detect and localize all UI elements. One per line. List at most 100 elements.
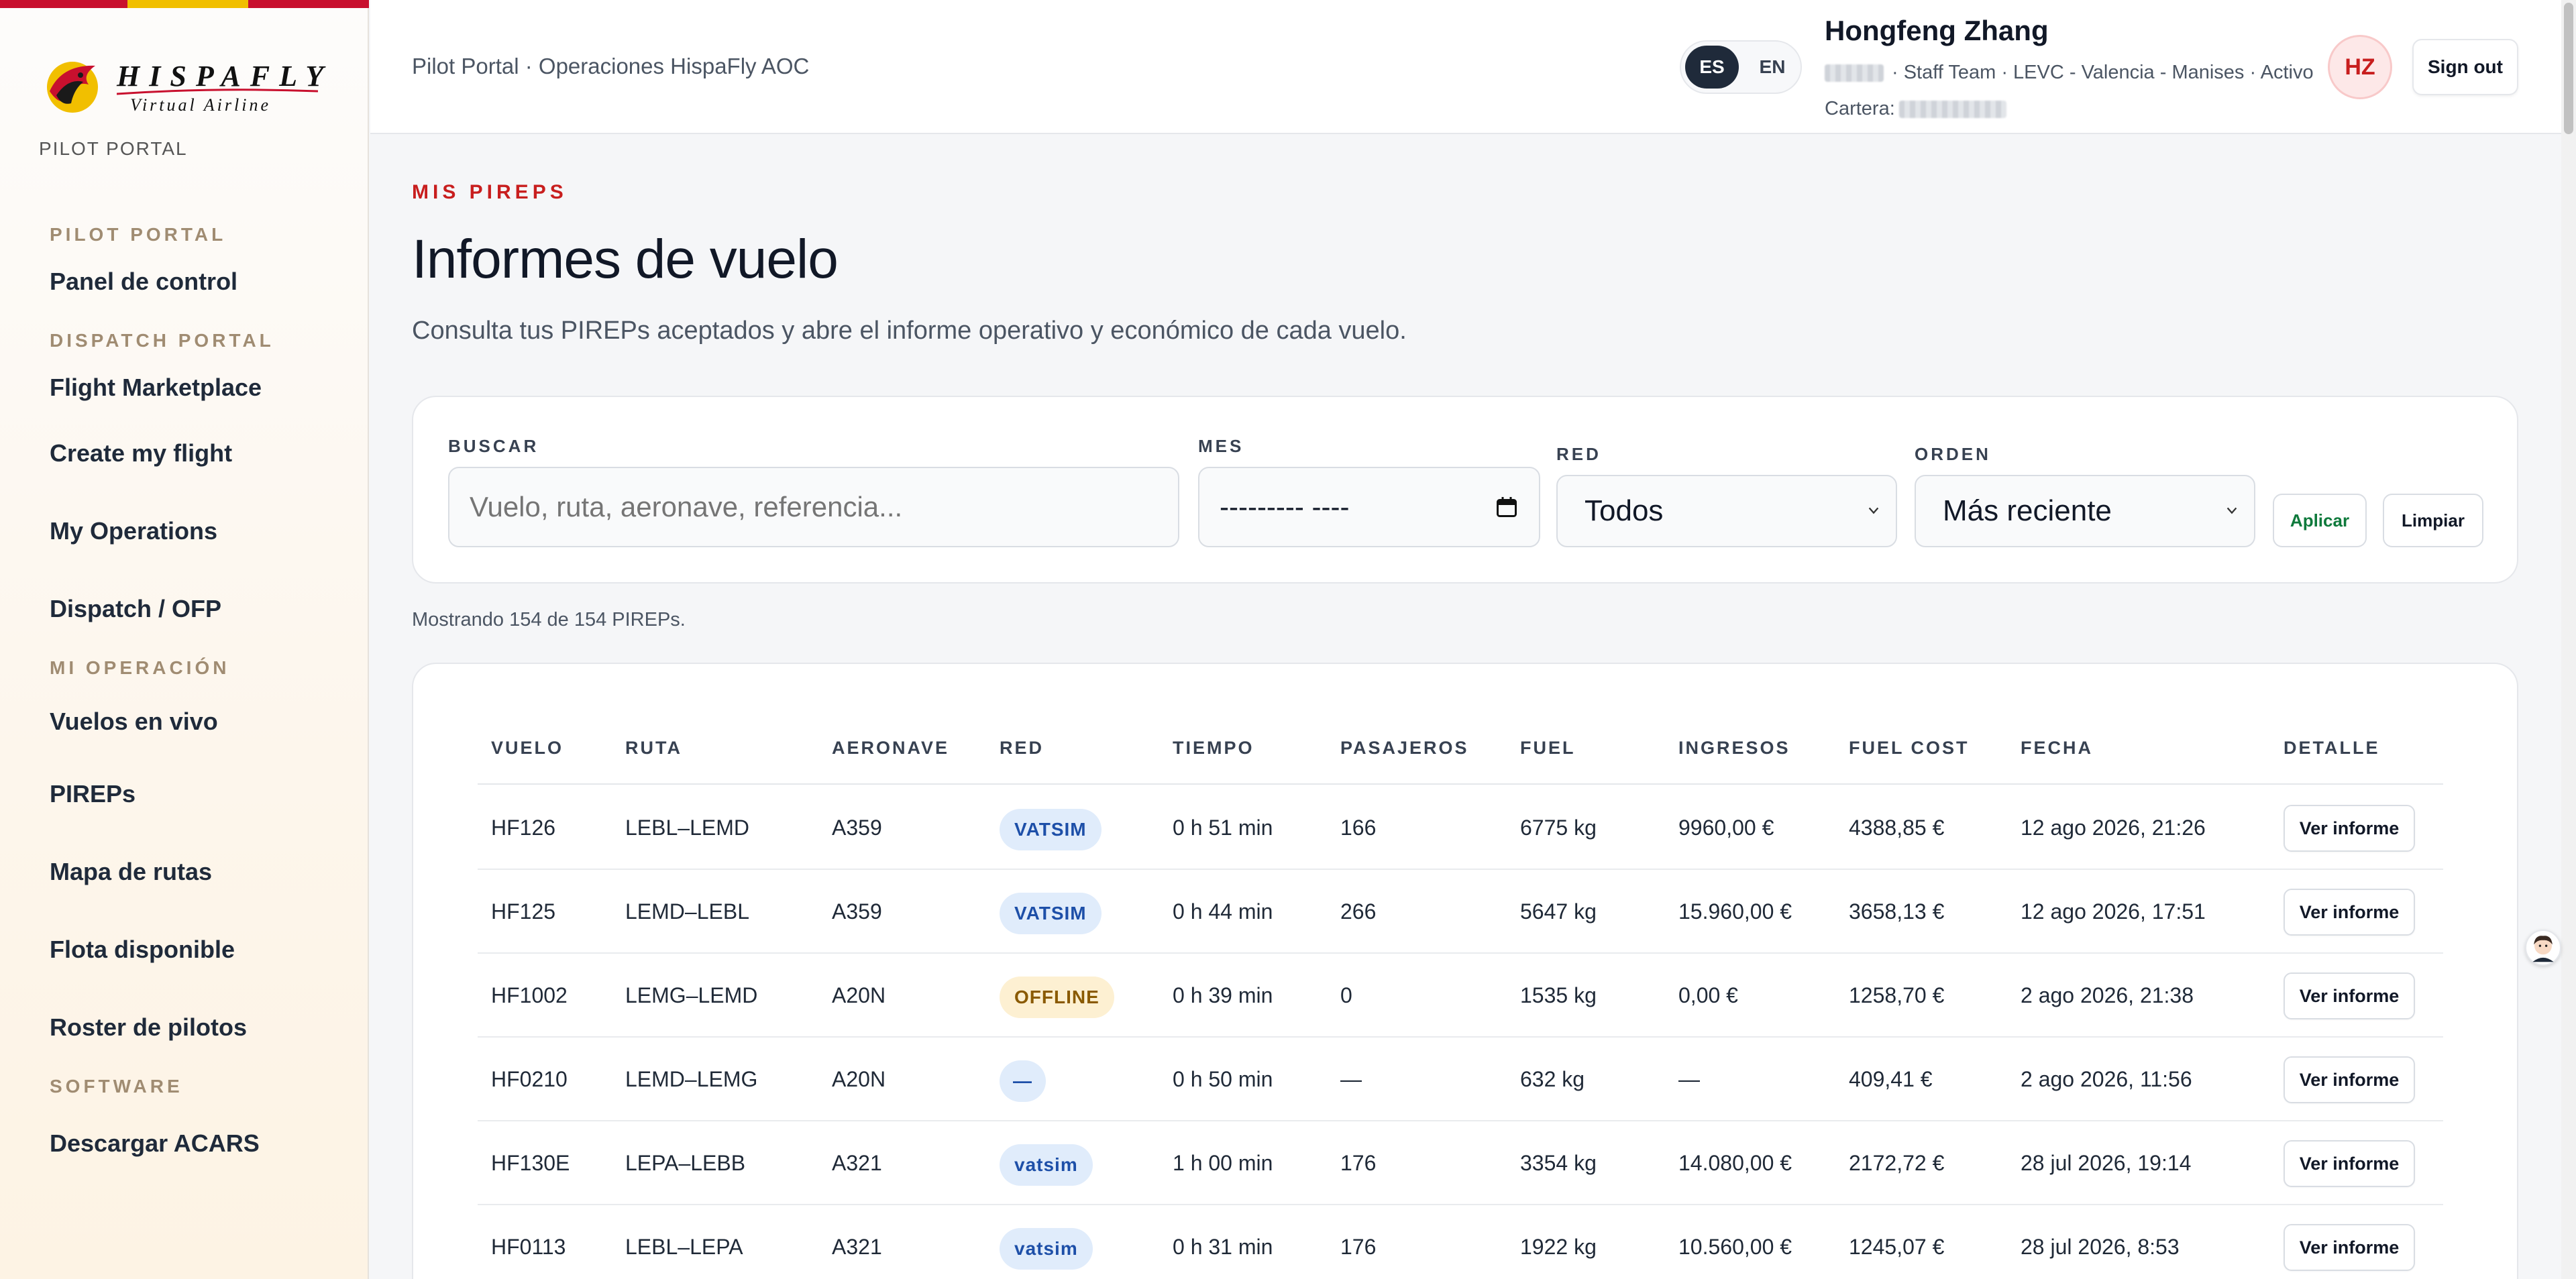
cell-fuel-cost: 2172,72 € xyxy=(1849,1151,1945,1175)
nav-item-mapa-de-rutas[interactable]: Mapa de rutas xyxy=(50,833,358,911)
cell-date: 12 ago 2026, 17:51 xyxy=(2021,899,2206,924)
table-row: HF0210 LEMD–LEMG A20N — 0 h 50 min — 632 kg — 40… xyxy=(478,1038,2443,1121)
flag-stripe xyxy=(0,0,369,8)
view-report-button[interactable]: Ver informe xyxy=(2284,972,2415,1019)
th-red: RED xyxy=(1000,738,1044,758)
cell-date: 28 jul 2026, 19:14 xyxy=(2021,1151,2192,1175)
cell-aircraft: A359 xyxy=(832,899,882,924)
user-name: Hongfeng Zhang xyxy=(1825,15,2049,46)
cell-revenue: 0,00 € xyxy=(1678,983,1738,1007)
cell-fuel-cost: 3658,13 € xyxy=(1849,899,1945,924)
view-report-button[interactable]: Ver informe xyxy=(2284,1056,2415,1103)
cell-flight: HF125 xyxy=(491,899,556,924)
table-row: HF0113 LEBL–LEPA A321 vatsim 0 h 31 min 176 19… xyxy=(478,1205,2443,1279)
cell-route: LEBL–LEPA xyxy=(625,1235,743,1259)
page-scrollbar[interactable] xyxy=(2561,0,2576,1279)
cell-time: 0 h 50 min xyxy=(1173,1067,1273,1091)
cell-date: 12 ago 2026, 21:26 xyxy=(2021,816,2206,840)
scrollbar-thumb[interactable] xyxy=(2564,3,2573,134)
nav-item-descargar-acars[interactable]: Descargar ACARS xyxy=(50,1107,358,1180)
nav-item-panel-de-control[interactable]: Panel de control xyxy=(50,255,358,309)
th-aeronave: AERONAVE xyxy=(832,738,950,758)
table-row: HF126 LEBL–LEMD A359 VATSIM 0 h 51 min 166 677… xyxy=(478,786,2443,870)
redacted-wallet-value xyxy=(1898,101,2006,119)
cell-pax: — xyxy=(1340,1067,1362,1091)
page-title: Informes de vuelo xyxy=(412,229,839,290)
cell-fuel-cost: 4388,85 € xyxy=(1849,816,1945,840)
cell-revenue: 15.960,00 € xyxy=(1678,899,1792,924)
nav-item-pireps[interactable]: PIREPs xyxy=(50,755,358,833)
calendar-icon[interactable] xyxy=(1495,495,1519,519)
view-report-button[interactable]: Ver informe xyxy=(2284,1224,2415,1271)
cell-pax: 0 xyxy=(1340,983,1352,1007)
network-badge: vatsim xyxy=(1000,1144,1093,1186)
network-badge: VATSIM xyxy=(1000,892,1102,934)
view-report-button[interactable]: Ver informe xyxy=(2284,889,2415,936)
page-eyebrow: MIS PIREPS xyxy=(412,181,568,203)
network-badge: OFFLINE xyxy=(1000,976,1114,1018)
network-badge: vatsim xyxy=(1000,1227,1093,1270)
cell-pax: 176 xyxy=(1340,1235,1377,1259)
network-select[interactable]: Todos xyxy=(1556,475,1897,547)
redacted-pilot-id xyxy=(1825,64,1884,82)
order-label: ORDEN xyxy=(1915,444,1991,464)
cell-fuel: 632 kg xyxy=(1520,1067,1585,1091)
table-row: HF125 LEMD–LEBL A359 VATSIM 0 h 44 min 266 564… xyxy=(478,870,2443,954)
th-fuel: FUEL xyxy=(1520,738,1576,758)
nav-item-flight-marketplace[interactable]: Flight Marketplace xyxy=(50,361,358,414)
cell-revenue: 10.560,00 € xyxy=(1678,1235,1792,1259)
nav-item-create-my-flight[interactable]: Create my flight xyxy=(50,414,358,492)
cell-network: vatsim xyxy=(1000,1205,1093,1279)
nav-item-my-operations[interactable]: My Operations xyxy=(50,492,358,570)
cell-revenue: 14.080,00 € xyxy=(1678,1151,1792,1175)
clear-button[interactable]: Limpiar xyxy=(2383,494,2483,547)
view-report-button[interactable]: Ver informe xyxy=(2284,805,2415,852)
nav-section-pilot-portal: PILOT PORTAL xyxy=(50,224,227,245)
chevron-down-icon xyxy=(1868,507,1879,514)
order-select[interactable]: Más reciente xyxy=(1915,475,2255,547)
cell-route: LEMG–LEMD xyxy=(625,983,758,1007)
cell-fuel-cost: 1245,07 € xyxy=(1849,1235,1945,1259)
assistant-avatar-icon[interactable] xyxy=(2525,930,2561,966)
cell-time: 1 h 00 min xyxy=(1173,1151,1273,1175)
cell-time: 0 h 44 min xyxy=(1173,899,1273,924)
th-detalle: DETALLE xyxy=(2284,738,2380,758)
cell-route: LEMD–LEMG xyxy=(625,1067,758,1091)
logo[interactable]: HISPAFLY Virtual Airline xyxy=(42,47,323,121)
cell-flight: HF0210 xyxy=(491,1067,568,1091)
nav-item-vuelos-en-vivo[interactable]: Vuelos en vivo xyxy=(50,688,358,755)
nav-item-roster-de-pilotos[interactable]: Roster de pilotos xyxy=(50,989,358,1066)
lang-es-button[interactable]: ES xyxy=(1685,46,1739,89)
cell-fuel: 6775 kg xyxy=(1520,816,1597,840)
apply-button[interactable]: Aplicar xyxy=(2273,494,2367,547)
cell-revenue: 9960,00 € xyxy=(1678,816,1774,840)
search-label: BUSCAR xyxy=(448,436,539,456)
nav-item-dispatch-ofp[interactable]: Dispatch / OFP xyxy=(50,570,358,648)
view-report-button[interactable]: Ver informe xyxy=(2284,1140,2415,1187)
sidebar-nav: PILOT PORTAL Panel de control DISPATCH P… xyxy=(50,215,358,1180)
avatar[interactable]: HZ xyxy=(2328,35,2392,99)
network-select-value: Todos xyxy=(1585,494,1664,527)
th-ruta: RUTA xyxy=(625,738,682,758)
th-fuel-cost: FUEL COST xyxy=(1849,738,1970,758)
lang-en-button[interactable]: EN xyxy=(1746,46,1799,89)
user-wallet: Cartera: xyxy=(1825,98,2015,120)
cell-date: 2 ago 2026, 11:56 xyxy=(2021,1067,2192,1091)
cell-date: 28 jul 2026, 8:53 xyxy=(2021,1235,2180,1259)
network-label: RED xyxy=(1556,444,1601,464)
search-input[interactable] xyxy=(448,467,1179,547)
cell-aircraft: A321 xyxy=(832,1151,882,1175)
portal-label: PILOT PORTAL xyxy=(39,138,188,159)
cell-network: — xyxy=(1000,1038,1046,1121)
wallet-label: Cartera: xyxy=(1825,98,1895,119)
user-meta-text: · Staff Team · LEVC - Valencia - Manises… xyxy=(1892,62,2314,83)
cell-aircraft: A321 xyxy=(832,1235,882,1259)
cell-fuel-cost: 409,41 € xyxy=(1849,1067,1933,1091)
month-input[interactable]: --------- ---- xyxy=(1198,467,1540,547)
cell-date: 2 ago 2026, 21:38 xyxy=(2021,983,2194,1007)
page-description: Consulta tus PIREPs aceptados y abre el … xyxy=(412,317,1407,345)
cell-aircraft: A20N xyxy=(832,1067,886,1091)
cell-flight: HF0113 xyxy=(491,1235,566,1259)
nav-item-flota-disponible[interactable]: Flota disponible xyxy=(50,911,358,989)
sign-out-button[interactable]: Sign out xyxy=(2412,39,2518,95)
